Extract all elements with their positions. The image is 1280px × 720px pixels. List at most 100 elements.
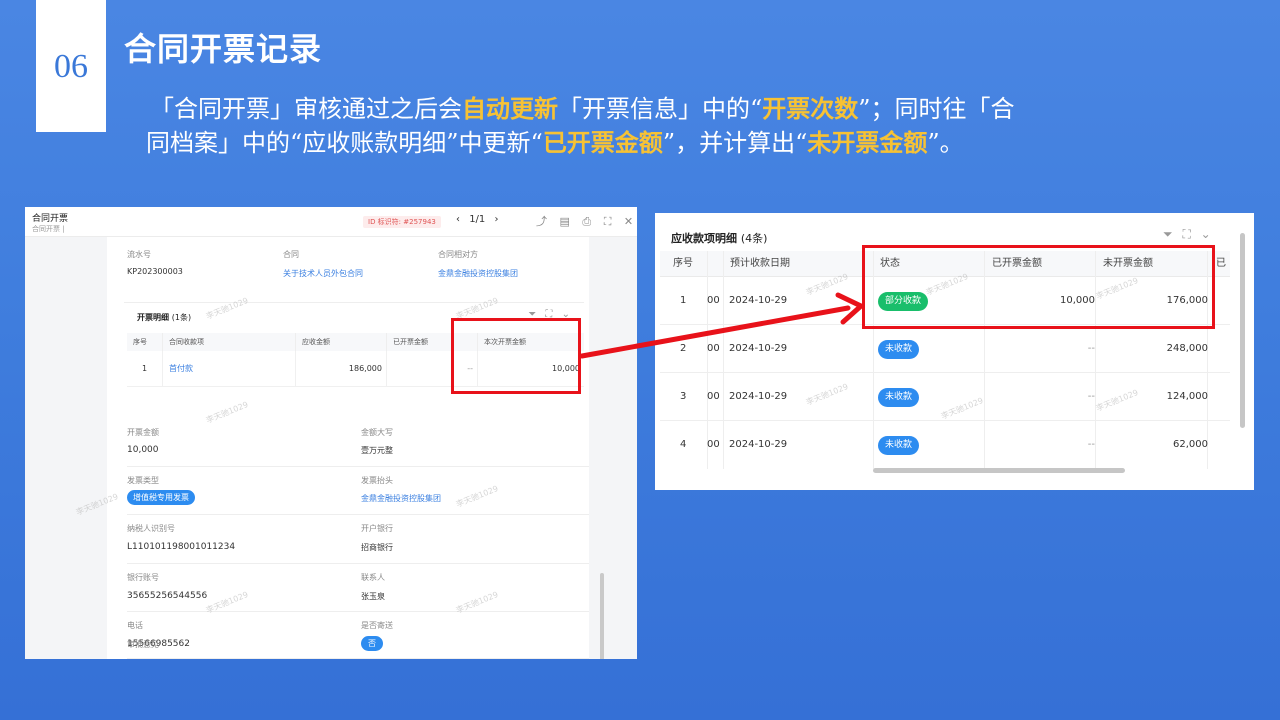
record-id-badge: ID 标识符: #257943 bbox=[363, 216, 441, 228]
field-label: 银行账号 bbox=[127, 573, 159, 582]
invoice-record-screenshot: 合同开票 合同开票 | ID 标识符: #257943 ‹ 1/1 › ⤴ ▤ … bbox=[25, 207, 637, 659]
record-toolbar: ⤴ ▤ ⎙ ⛶ ✕ bbox=[527, 213, 633, 229]
record-header: 合同开票 合同开票 | ID 标识符: #257943 ‹ 1/1 › ⤴ ▤ … bbox=[25, 207, 637, 237]
invoice-detail-title: 开票明细 (1条) bbox=[137, 312, 191, 323]
field-label: 开票金额 bbox=[127, 428, 159, 437]
serial-number-value: KP202300003 bbox=[127, 267, 183, 276]
taxpayer-id-value: L110101198001011234 bbox=[127, 542, 236, 552]
field-label: 联系人 bbox=[361, 573, 385, 582]
field-label: 发票类型 bbox=[127, 476, 159, 485]
column-header: 合同收款项 bbox=[163, 333, 296, 351]
section-number-box: 06 bbox=[36, 0, 106, 132]
desc-text: ”。 bbox=[927, 129, 964, 157]
desc-line-2: 同档案」中的“应收账款明细”中更新“已开票金额”，并计算出“未开票金额”。 bbox=[146, 126, 1140, 160]
field-label: 电话 bbox=[127, 621, 143, 630]
highlight-box-receivables bbox=[862, 245, 1215, 329]
record-title: 合同开票 bbox=[32, 214, 69, 224]
prev-record-icon[interactable]: ‹ bbox=[456, 214, 460, 225]
desc-highlight: 开票次数 bbox=[762, 94, 859, 123]
invoiced-amount: -- bbox=[1087, 343, 1095, 354]
receivable-amount: 186,000 bbox=[296, 351, 387, 387]
status-badge: 未收款 bbox=[878, 340, 920, 359]
desc-text: ”；同时往「合 bbox=[858, 95, 1015, 123]
contact-value: 张玉泉 bbox=[361, 592, 385, 601]
desc-text: 同档案」中的“应收账款明细”中更新“ bbox=[146, 129, 543, 157]
bank-value: 招商银行 bbox=[361, 543, 393, 552]
truncated-cell: 00 bbox=[707, 343, 720, 354]
field-label: 合同相对方 bbox=[438, 250, 478, 259]
field-label: 合同 bbox=[283, 250, 299, 259]
divider bbox=[127, 514, 589, 515]
slide-title: 合同开票记录 bbox=[124, 30, 323, 68]
truncated-cell: 00 bbox=[707, 295, 720, 306]
desc-highlight: 已开票金额 bbox=[542, 128, 663, 157]
receivables-tools: ⏷ ⛶ ⌄ bbox=[1157, 227, 1211, 242]
divider bbox=[127, 658, 589, 659]
desc-text: 「开票信息」中的“ bbox=[558, 95, 763, 123]
column-header: 序号 bbox=[673, 258, 693, 269]
uninvoiced-amount: 248,000 bbox=[1166, 343, 1208, 354]
row-index: 1 bbox=[680, 295, 687, 306]
record-breadcrumb: 合同开票 | bbox=[32, 225, 65, 233]
record-pager: ‹ 1/1 › bbox=[453, 214, 501, 225]
record-form: 流水号 KP202300003 合同 关于技术人员外包合同 合同相对方 金鼎金融… bbox=[107, 237, 589, 659]
fullscreen-icon[interactable]: ⛶ bbox=[604, 215, 612, 228]
next-record-icon[interactable]: › bbox=[494, 214, 498, 225]
invoiced-amount: -- bbox=[1087, 391, 1095, 402]
pager-text: 1/1 bbox=[469, 214, 486, 225]
print-icon[interactable]: ⎙ bbox=[582, 215, 591, 228]
column-header: 序号 bbox=[127, 333, 163, 351]
receivables-count: (4条) bbox=[740, 232, 768, 245]
table-row[interactable]: 4 00 2024-10-29 未收款 -- 62,000 bbox=[660, 421, 1230, 469]
invoice-type-badge: 增值税专用发票 bbox=[127, 490, 195, 505]
status-badge: 未收款 bbox=[878, 388, 920, 407]
bank-account-value: 35655256544556 bbox=[127, 591, 208, 601]
horizontal-scrollbar[interactable] bbox=[873, 468, 1125, 473]
row-index: 3 bbox=[680, 391, 687, 402]
counterparty-link[interactable]: 金鼎金融投资控股集团 bbox=[438, 268, 518, 279]
table-row[interactable]: 2 00 2024-10-29 未收款 -- 248,000 bbox=[660, 325, 1230, 373]
field-label: 是否寄送 bbox=[361, 621, 393, 630]
column-header: 已 bbox=[1216, 258, 1226, 269]
filter-icon[interactable]: ⏷ bbox=[1163, 227, 1173, 241]
expand-icon[interactable]: ⛶ bbox=[1182, 227, 1190, 241]
share-icon[interactable]: ⤴ bbox=[536, 215, 547, 228]
row-index: 2 bbox=[680, 343, 687, 354]
invoice-header-link[interactable]: 金鼎金融投资控股集团 bbox=[361, 493, 441, 504]
document-icon[interactable]: ▤ bbox=[560, 215, 570, 228]
vertical-scrollbar[interactable] bbox=[600, 573, 604, 659]
invoiced-amount: -- bbox=[1087, 439, 1095, 450]
row-index: 4 bbox=[680, 439, 687, 450]
divider bbox=[127, 466, 589, 467]
status-badge: 未收款 bbox=[878, 436, 920, 455]
desc-highlight: 自动更新 bbox=[462, 94, 558, 123]
field-label: 金额大写 bbox=[361, 428, 393, 437]
vertical-scrollbar[interactable] bbox=[1240, 233, 1245, 428]
receivable-item-link[interactable]: 首付款 bbox=[163, 351, 296, 387]
invoice-detail-count: (1条) bbox=[171, 313, 192, 322]
desc-text: ”，并计算出“ bbox=[662, 129, 808, 157]
contract-link[interactable]: 关于技术人员外包合同 bbox=[283, 268, 363, 279]
column-header: 预计收款日期 bbox=[730, 258, 790, 269]
send-status-badge: 否 bbox=[361, 636, 383, 651]
close-icon[interactable]: ✕ bbox=[624, 215, 633, 228]
receivables-title: 应收款项明细 (4条) bbox=[671, 230, 767, 246]
truncated-cell: 00 bbox=[707, 439, 720, 450]
expected-date: 2024-10-29 bbox=[729, 295, 788, 306]
divider bbox=[127, 563, 589, 564]
slide-description: 「合同开票」审核通过之后会自动更新「开票信息」中的“开票次数”；同时往「合 同档… bbox=[146, 92, 1140, 160]
collapse-icon[interactable]: ⌄ bbox=[1201, 227, 1211, 241]
expected-date: 2024-10-29 bbox=[729, 391, 788, 402]
field-label: 发票抬头 bbox=[361, 476, 393, 485]
expected-date: 2024-10-29 bbox=[729, 439, 788, 450]
row-index: 1 bbox=[127, 351, 163, 387]
field-label: 纳税人识别号 bbox=[127, 524, 175, 533]
invoice-amount-value: 10,000 bbox=[127, 445, 159, 455]
receivables-title-text: 应收款项明细 bbox=[671, 232, 737, 245]
column-header: 应收金额 bbox=[296, 333, 387, 351]
section-number: 06 bbox=[54, 48, 88, 85]
invoice-detail-title-text: 开票明细 bbox=[137, 313, 169, 322]
amount-in-words-value: 壹万元整 bbox=[361, 446, 393, 455]
divider bbox=[127, 611, 589, 612]
uninvoiced-amount: 62,000 bbox=[1173, 439, 1208, 450]
